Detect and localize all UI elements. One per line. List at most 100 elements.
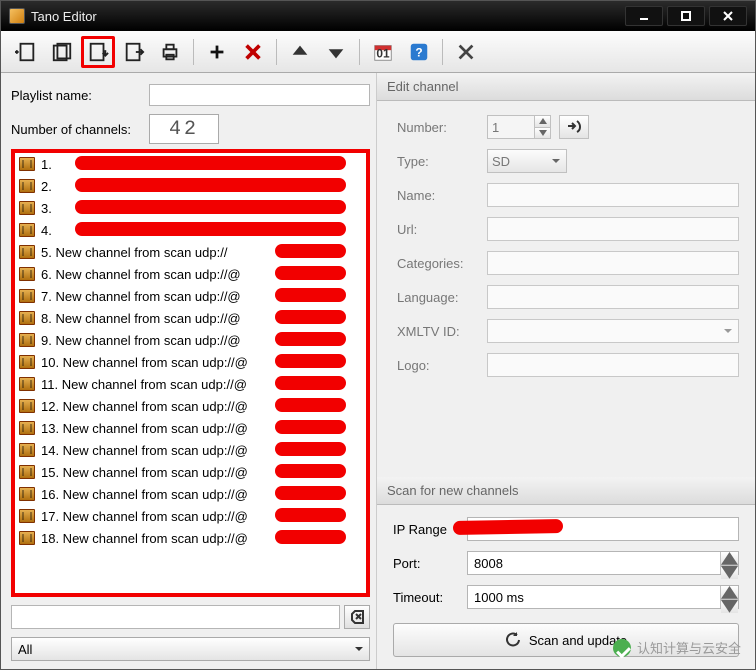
channel-icon [19, 245, 35, 259]
print-button[interactable] [153, 36, 187, 68]
redaction-mark [275, 420, 346, 434]
maximize-button[interactable] [667, 6, 705, 26]
channel-icon [19, 157, 35, 171]
channel-list-item[interactable]: 13. New channel from scan udp://@ [15, 417, 366, 439]
svg-text:?: ? [415, 45, 422, 59]
language-input[interactable] [487, 285, 739, 309]
channel-label: 8. New channel from scan udp://@ [41, 311, 241, 326]
redaction-mark [275, 530, 346, 544]
svg-text:01: 01 [376, 46, 390, 60]
channel-icon [19, 377, 35, 391]
channel-label: 16. New channel from scan udp://@ [41, 487, 248, 502]
channel-list-item[interactable]: 14. New channel from scan udp://@ [15, 439, 366, 461]
channel-label: 7. New channel from scan udp://@ [41, 289, 241, 304]
new-playlist-button[interactable] [9, 36, 43, 68]
redaction-mark [275, 266, 346, 280]
url-input[interactable] [487, 217, 739, 241]
channel-label: 18. New channel from scan udp://@ [41, 531, 248, 546]
channel-list-item[interactable]: 3. [15, 197, 366, 219]
channel-list-item[interactable]: 15. New channel from scan udp://@ [15, 461, 366, 483]
ip-range-label: IP Range [393, 522, 459, 537]
channel-icon [19, 421, 35, 435]
scan-update-button[interactable]: Scan and update [393, 623, 739, 657]
playlist-name-input[interactable] [149, 84, 370, 106]
main-toolbar: 01 ? [1, 31, 755, 73]
name-input[interactable] [487, 183, 739, 207]
channel-list-item[interactable]: 7. New channel from scan udp://@ [15, 285, 366, 307]
channel-icon [19, 333, 35, 347]
channel-label: 11. New channel from scan udp://@ [41, 377, 247, 392]
minimize-button[interactable] [625, 6, 663, 26]
export-button[interactable] [117, 36, 151, 68]
xmltv-select[interactable] [487, 319, 739, 343]
filter-select[interactable]: All [11, 637, 370, 661]
logo-input[interactable] [487, 353, 739, 377]
redaction-mark [275, 332, 346, 346]
channel-list-item[interactable]: 1. [15, 153, 366, 175]
channel-list-item[interactable]: 2. [15, 175, 366, 197]
close-button[interactable] [709, 6, 747, 26]
schedule-button[interactable]: 01 [366, 36, 400, 68]
redaction-mark [275, 508, 346, 522]
channel-label: 1. [41, 157, 52, 172]
move-up-button[interactable] [283, 36, 317, 68]
channel-label: 5. New channel from scan udp:// [41, 245, 227, 260]
channel-icon [19, 355, 35, 369]
redaction-mark [75, 222, 346, 236]
redaction-mark [75, 156, 346, 170]
delete-channel-button[interactable] [236, 36, 270, 68]
name-label: Name: [397, 188, 479, 203]
add-channel-button[interactable] [200, 36, 234, 68]
open-playlist-button[interactable] [45, 36, 79, 68]
playlist-name-label: Playlist name: [11, 88, 143, 103]
port-label: Port: [393, 556, 459, 571]
number-spin[interactable]: 1 [487, 115, 551, 139]
titlebar: Tano Editor [1, 1, 755, 31]
channel-list-item[interactable]: 9. New channel from scan udp://@ [15, 329, 366, 351]
url-label: Url: [397, 222, 479, 237]
channel-icon [19, 201, 35, 215]
channel-label: 9. New channel from scan udp://@ [41, 333, 241, 348]
redaction-mark [75, 200, 346, 214]
channel-list-item[interactable]: 6. New channel from scan udp://@ [15, 263, 366, 285]
categories-input[interactable] [487, 251, 739, 275]
redaction-mark [275, 310, 346, 324]
redaction-mark [275, 442, 346, 456]
channel-label: 14. New channel from scan udp://@ [41, 443, 248, 458]
import-button[interactable] [81, 36, 115, 68]
channel-list-item[interactable]: 18. New channel from scan udp://@ [15, 527, 366, 549]
redaction-mark [75, 178, 346, 192]
channel-list-item[interactable]: 12. New channel from scan udp://@ [15, 395, 366, 417]
redaction-mark [275, 288, 346, 302]
channel-icon [19, 223, 35, 237]
app-window: Tano Editor 01 ? Playlist name: [0, 0, 756, 670]
number-label: Number: [397, 120, 479, 135]
channel-list-item[interactable]: 4. [15, 219, 366, 241]
channel-list-item[interactable]: 5. New channel from scan udp:// [15, 241, 366, 263]
port-spin[interactable]: 8008 [467, 551, 739, 575]
search-input[interactable] [11, 605, 340, 629]
logo-label: Logo: [397, 358, 479, 373]
channel-label: 2. [41, 179, 52, 194]
scan-header: Scan for new channels [377, 477, 755, 505]
close-panel-button[interactable] [449, 36, 483, 68]
redaction-mark [275, 376, 346, 390]
channel-label: 3. [41, 201, 52, 216]
apply-number-button[interactable] [559, 115, 589, 139]
channel-list-item[interactable]: 16. New channel from scan udp://@ [15, 483, 366, 505]
channel-label: 10. New channel from scan udp://@ [41, 355, 248, 370]
type-select[interactable]: SD [487, 149, 567, 173]
channel-icon [19, 465, 35, 479]
redaction-mark [275, 486, 346, 500]
move-down-button[interactable] [319, 36, 353, 68]
help-button[interactable]: ? [402, 36, 436, 68]
channel-icon [19, 509, 35, 523]
timeout-spin[interactable]: 1000 ms [467, 585, 739, 609]
channel-list-item[interactable]: 17. New channel from scan udp://@ [15, 505, 366, 527]
clear-search-button[interactable] [344, 605, 370, 629]
number-of-channels-display: 42 [149, 114, 219, 144]
channel-list-item[interactable]: 8. New channel from scan udp://@ [15, 307, 366, 329]
channel-list-item[interactable]: 10. New channel from scan udp://@ [15, 351, 366, 373]
channel-list-item[interactable]: 11. New channel from scan udp://@ [15, 373, 366, 395]
channel-list[interactable]: 1. 2. 3. 4. 5. New channel from scan udp:// 6… [11, 149, 370, 597]
